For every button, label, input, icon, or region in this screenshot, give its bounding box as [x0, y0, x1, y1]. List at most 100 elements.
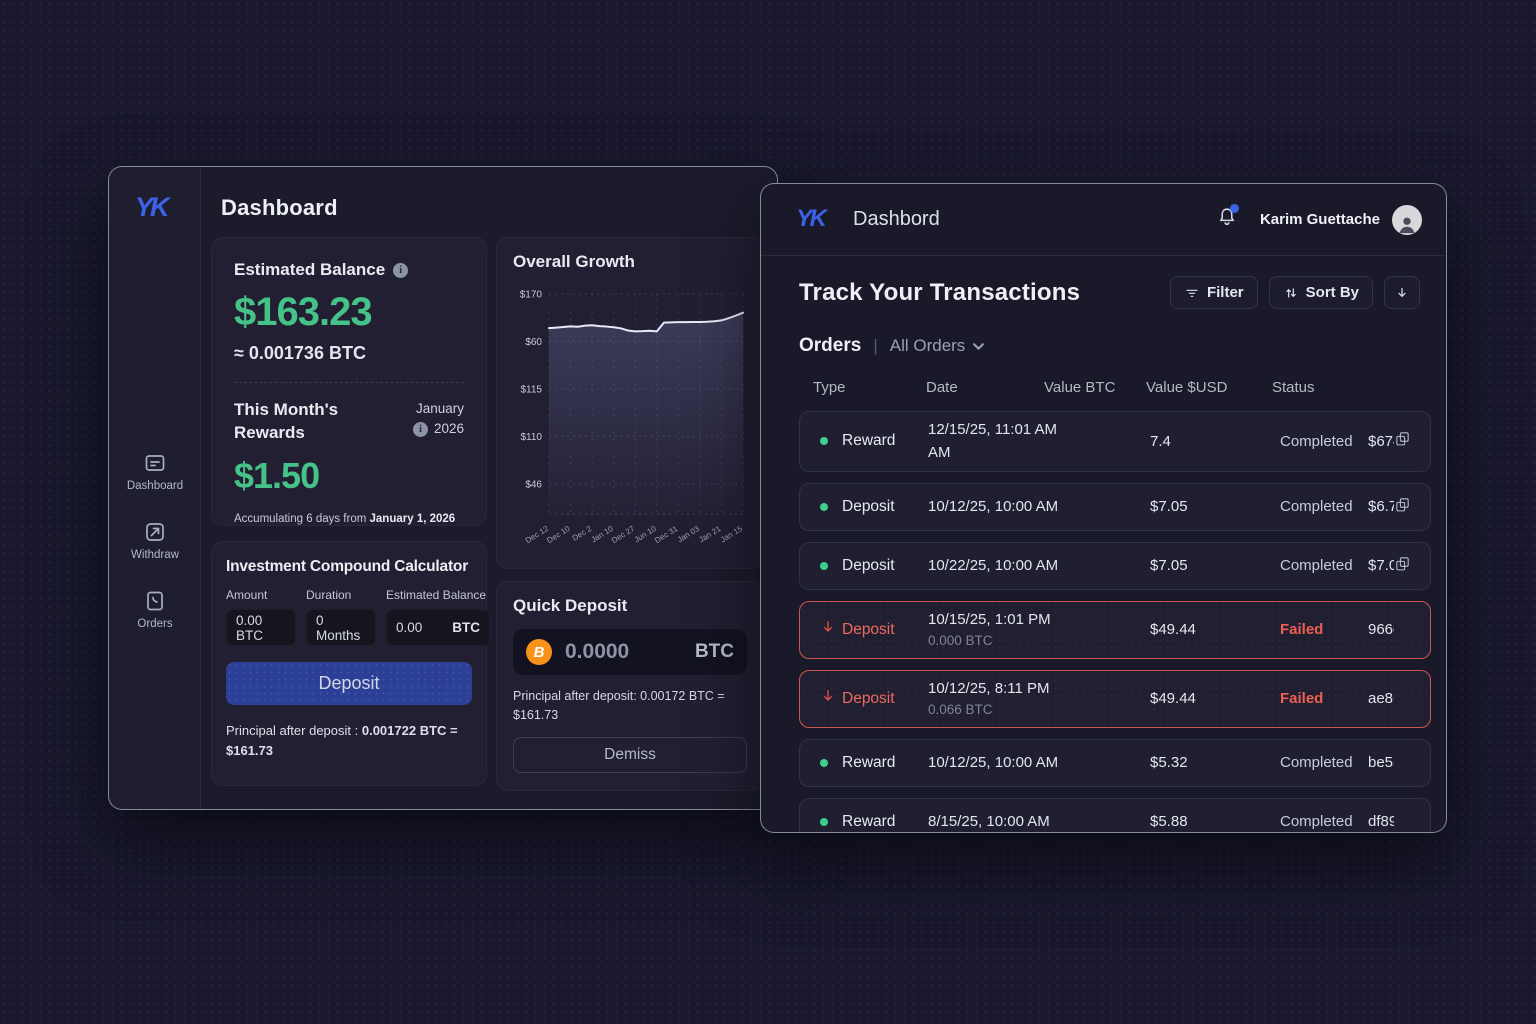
sidebar: YK Dashboard Withdraw Orders	[109, 167, 201, 809]
calculator-title: Investment Compound Calculator	[226, 558, 472, 576]
table-header: Type Date Value BTC Value $USD Status	[799, 379, 1431, 396]
arrow-down-icon	[820, 688, 836, 704]
filter-button[interactable]: Filter	[1170, 276, 1258, 309]
chevron-down-icon	[972, 340, 985, 353]
duration-input[interactable]: 0 Months	[306, 609, 376, 646]
svg-text:$110: $110	[520, 432, 542, 443]
quick-deposit-input[interactable]: 0.0000 BTC	[513, 629, 747, 675]
dashboard-window: YK Dashboard Withdraw Orders Dashboard E…	[108, 166, 778, 810]
person-icon	[1396, 213, 1418, 235]
orders-label: Orders	[799, 335, 861, 357]
info-icon[interactable]	[393, 263, 408, 278]
notifications-button[interactable]	[1216, 205, 1238, 234]
svg-text:Dec 27: Dec 27	[610, 524, 637, 545]
table-row[interactable]: Reward 10/12/25, 10:00 AM $5.32 Complete…	[799, 739, 1431, 787]
orders-icon	[143, 589, 167, 613]
status-dot-icon	[820, 759, 828, 767]
user-name: Karim Guettache	[1260, 211, 1380, 228]
svg-text:Jan 21: Jan 21	[697, 524, 723, 545]
deposit-button[interactable]: Deposit	[226, 662, 472, 705]
tx-hash: ae86..8344	[1368, 690, 1394, 707]
table-row[interactable]: Deposit 10/12/25, 8:11 PM 0.066 BTC $49.…	[799, 670, 1431, 728]
tx-type: Reward	[842, 813, 928, 831]
status-dot-icon	[820, 562, 828, 570]
growth-card-title: Overall Growth	[513, 252, 747, 272]
tx-date: 10/15/25, 1:01 PM	[928, 611, 1051, 628]
tx-date: 10/12/25, 8:11 PM	[928, 680, 1049, 697]
tx-date-line2: 0.066 BTC	[928, 700, 1150, 721]
tx-value-usd: $5.32	[1150, 754, 1280, 771]
sidebar-nav: Dashboard Withdraw Orders	[109, 451, 201, 630]
sidebar-item-label: Orders	[137, 618, 172, 630]
tx-value-usd: $49.44	[1150, 690, 1280, 707]
amount-input[interactable]: 0.00 BTC	[226, 609, 296, 646]
tx-status: Failed	[1280, 621, 1368, 638]
col-status: Status	[1272, 379, 1431, 396]
transactions-list: Reward 12/15/25, 11:01 AM AM 7.4 Complet…	[799, 411, 1431, 833]
avatar[interactable]	[1392, 205, 1422, 235]
sort-by-button[interactable]: Sort By	[1269, 276, 1373, 309]
dashboard-icon	[143, 451, 167, 475]
tx-hash: $6.74	[1368, 498, 1394, 515]
tx-value-usd: $49.44	[1150, 621, 1280, 638]
transactions-heading: Track Your Transactions	[799, 279, 1159, 307]
sidebar-item-withdraw[interactable]: Withdraw	[109, 520, 201, 561]
quick-deposit-currency: BTC	[695, 641, 734, 663]
svg-text:Dec 31: Dec 31	[653, 524, 680, 545]
info-icon[interactable]	[413, 422, 428, 437]
quick-deposit-card: Quick Deposit 0.0000 BTC Principal after…	[496, 581, 764, 791]
table-row[interactable]: Deposit 10/12/25, 10:00 AM $7.05 Complet…	[799, 483, 1431, 531]
table-row[interactable]: Deposit 10/22/25, 10:00 AM $7.05 Complet…	[799, 542, 1431, 590]
svg-text:Dec 10: Dec 10	[545, 524, 572, 545]
svg-text:Jan 03: Jan 03	[676, 524, 702, 545]
dashboard-main: Dashboard Estimated Balance $163.23 ≈ 0.…	[201, 167, 777, 809]
tx-value-usd: $5.88	[1150, 813, 1280, 830]
col-type: Type	[813, 379, 926, 396]
app-logo: YK	[109, 187, 201, 230]
rewards-note: Accumulating 6 days from January 1, 2026	[234, 513, 464, 525]
copy-icon[interactable]	[1394, 430, 1411, 447]
sort-icon	[1283, 285, 1299, 301]
compound-calculator-card: Investment Compound Calculator Amount 0.…	[211, 541, 487, 786]
filter-icon	[1184, 285, 1200, 301]
estimated-balance-card: Estimated Balance $163.23 ≈ 0.001736 BTC…	[211, 237, 487, 526]
sidebar-item-dashboard[interactable]: Dashboard	[109, 451, 201, 492]
logo-mark: YK	[796, 205, 828, 232]
svg-text:$115: $115	[520, 385, 542, 396]
rewards-title: This Month's Rewards	[234, 399, 354, 445]
tx-status: Completed	[1280, 433, 1368, 450]
overall-growth-card: Overall Growth $170$60$115$110$46Dec 12D…	[496, 237, 764, 569]
table-row[interactable]: Deposit 10/15/25, 1:01 PM 0.000 BTC $49.…	[799, 601, 1431, 659]
tx-status: Failed	[1280, 690, 1368, 707]
overall-growth-chart: $170$60$115$110$46Dec 12Dec 10Dec 2Jan 1…	[513, 280, 747, 569]
tx-hash: be55..4780	[1368, 754, 1394, 771]
table-row[interactable]: Reward 12/15/25, 11:01 AM AM 7.4 Complet…	[799, 411, 1431, 472]
tx-type: Reward	[842, 432, 928, 450]
status-dot-icon	[820, 503, 828, 511]
estimated-balance-label: Estimated Balance	[386, 588, 490, 602]
tx-status: Completed	[1280, 754, 1368, 771]
sidebar-item-orders[interactable]: Orders	[109, 589, 201, 630]
copy-icon[interactable]	[1394, 555, 1411, 572]
col-date: Date	[926, 379, 1044, 396]
calculator-principal-note: Principal after deposit : 0.001722 BTC =…	[226, 721, 472, 761]
download-button[interactable]	[1384, 276, 1420, 309]
estimated-balance-amount: $163.23	[234, 290, 464, 335]
svg-text:Dec 2: Dec 2	[571, 524, 594, 543]
copy-icon[interactable]	[1394, 496, 1411, 513]
tx-date: 8/15/25, 10:00 AM	[928, 813, 1050, 830]
table-row[interactable]: Reward 8/15/25, 10:00 AM $5.88 Completed…	[799, 798, 1431, 833]
sidebar-item-label: Dashboard	[127, 480, 183, 492]
divider	[234, 382, 464, 383]
dismiss-button[interactable]: Demiss	[513, 737, 747, 773]
notification-badge	[1230, 204, 1239, 213]
all-orders-dropdown[interactable]: All Orders	[890, 336, 986, 356]
divider: |	[873, 336, 877, 356]
withdraw-icon	[143, 520, 167, 544]
estimated-balance-input[interactable]: 0.00BTC	[386, 609, 490, 646]
tx-hash: 966d...56dc	[1368, 621, 1394, 638]
quick-deposit-value: 0.0000	[565, 640, 695, 664]
quick-deposit-note: Principal after deposit: 0.00172 BTC = $…	[513, 687, 747, 725]
quick-deposit-title: Quick Deposit	[513, 596, 747, 616]
svg-text:$170: $170	[520, 290, 543, 301]
